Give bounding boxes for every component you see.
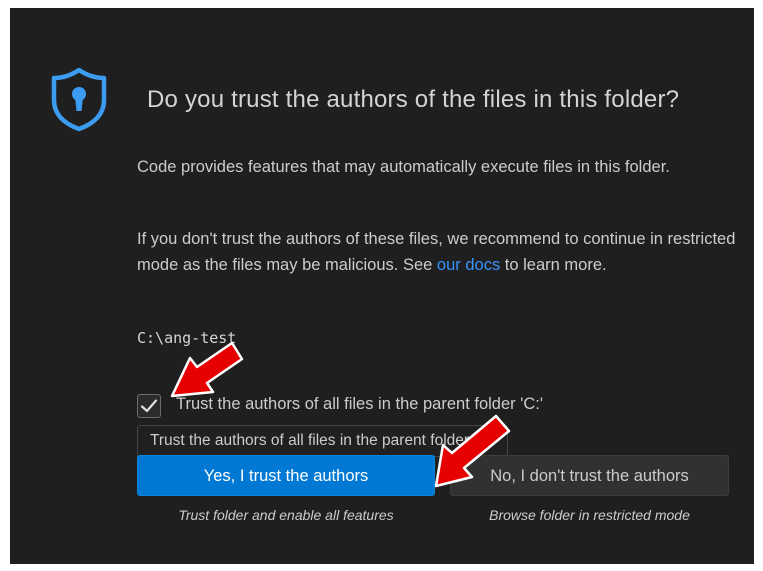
paragraph-text-end: to learn more. bbox=[500, 256, 607, 274]
trust-parent-checkbox[interactable] bbox=[137, 394, 161, 418]
trust-button-description: Trust folder and enable all features bbox=[178, 507, 394, 523]
dialog-title: Do you trust the authors of the files in… bbox=[147, 86, 680, 113]
restricted-mode-paragraph: If you don't trust the authors of these … bbox=[137, 226, 737, 278]
checkbox-tooltip: Trust the authors of all files in the pa… bbox=[137, 425, 508, 457]
trust-parent-checkbox-label[interactable]: Trust the authors of all files in the pa… bbox=[176, 395, 543, 414]
dont-trust-authors-button[interactable]: No, I don't trust the authors bbox=[450, 455, 729, 496]
checkmark-icon bbox=[140, 399, 158, 413]
description-paragraph: Code provides features that may automati… bbox=[137, 158, 670, 176]
dont-trust-button-description: Browse folder in restricted mode bbox=[489, 507, 690, 523]
shield-keyhole-icon bbox=[51, 67, 107, 132]
docs-link[interactable]: our docs bbox=[437, 256, 500, 274]
folder-path: C:\ang-test bbox=[137, 329, 237, 347]
trust-authors-button[interactable]: Yes, I trust the authors bbox=[137, 455, 435, 496]
